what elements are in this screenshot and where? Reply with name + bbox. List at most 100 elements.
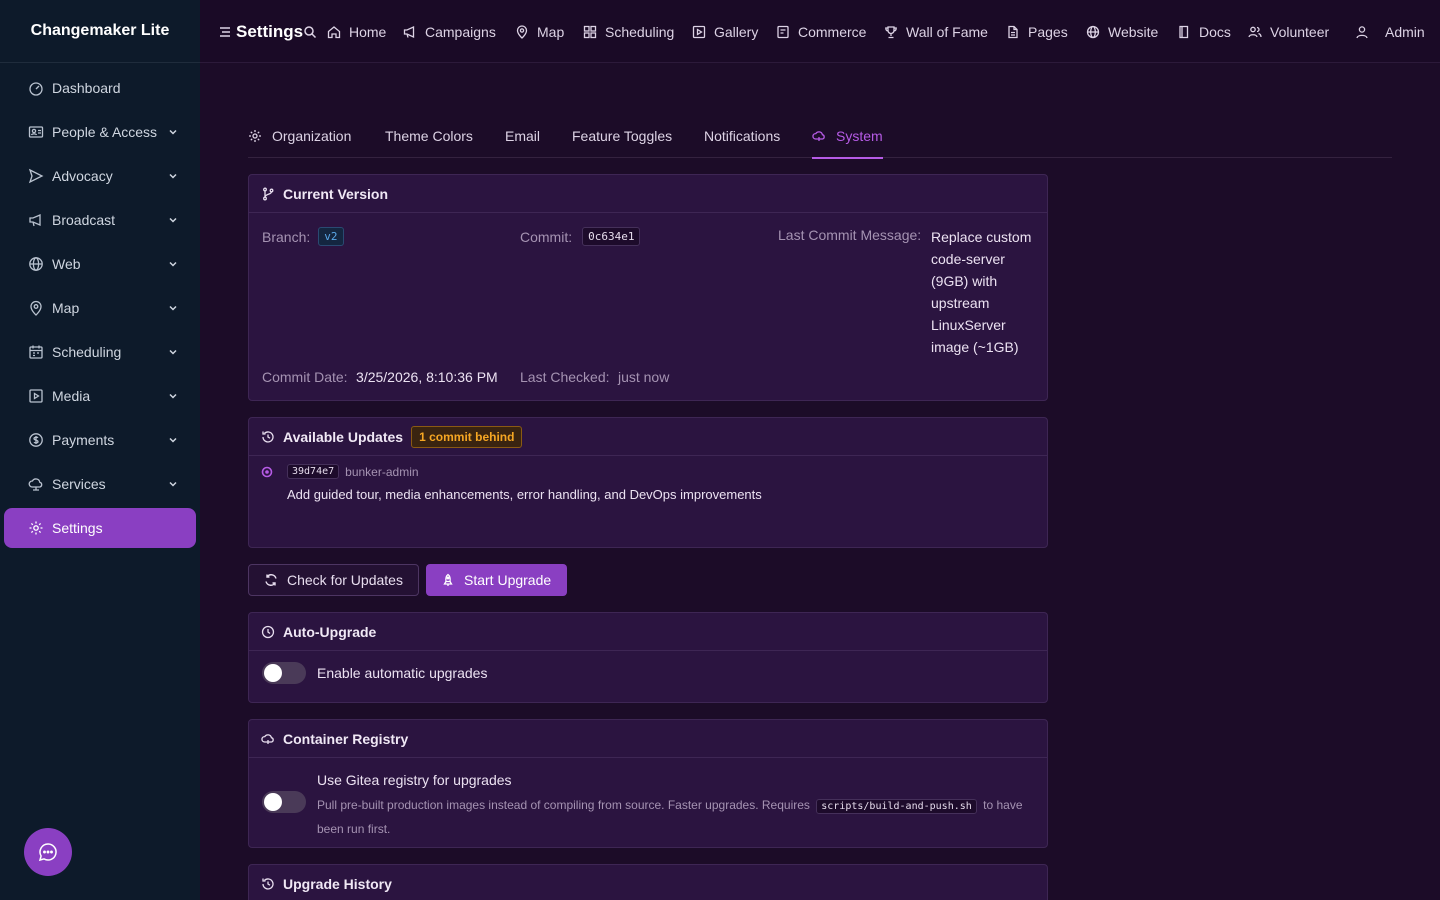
- sidebar: Changemaker Lite Dashboard People & Acce…: [0, 0, 200, 900]
- button-label: Check for Updates: [287, 572, 403, 588]
- sidebar-item-map[interactable]: Map: [4, 288, 196, 328]
- nav-link-wall-of-fame[interactable]: Wall of Fame: [884, 0, 988, 63]
- dashboard-icon: [29, 82, 43, 96]
- button-label: Start Upgrade: [464, 572, 552, 588]
- play-square-icon: [692, 25, 706, 38]
- tab-notifications[interactable]: Notifications: [704, 114, 780, 158]
- book-icon: [1179, 25, 1189, 38]
- sidebar-item-payments[interactable]: Payments: [4, 420, 196, 460]
- nav-link-docs[interactable]: Docs: [1177, 0, 1231, 63]
- settings-menu-toggle[interactable]: Settings: [218, 0, 303, 63]
- commit-message-line: image (~1GB): [931, 339, 1019, 355]
- card-title: Current Version: [283, 185, 389, 202]
- sidebar-item-advocacy[interactable]: Advocacy: [4, 156, 196, 196]
- receipt-icon: [777, 25, 789, 38]
- sidebar-item-label: Services: [52, 476, 106, 492]
- user-menu[interactable]: Admin: [1355, 0, 1425, 63]
- tab-label: Notifications: [704, 128, 781, 144]
- sidebar-item-web[interactable]: Web: [4, 244, 196, 284]
- tab-label: Email: [505, 128, 541, 144]
- auto-upgrade-card: Auto-Upgrade Enable automatic upgrades: [248, 612, 1048, 703]
- nav-link-campaigns[interactable]: Campaigns: [403, 0, 496, 63]
- sidebar-item-people-access[interactable]: People & Access: [4, 112, 196, 152]
- sidebar-item-settings[interactable]: Settings: [4, 508, 196, 548]
- commits-behind-badge: 1 commit behind: [411, 425, 523, 448]
- update-commit-author: bunker-admin: [345, 464, 419, 479]
- sidebar-item-label: Dashboard: [52, 80, 121, 96]
- grid-icon: [583, 25, 597, 38]
- nav-link-label: Pages: [1028, 23, 1068, 40]
- sidebar-item-label: Web: [52, 256, 81, 272]
- chevron-down-icon: [169, 261, 177, 267]
- card-header: Upgrade History: [249, 865, 1047, 900]
- search-button[interactable]: [303, 0, 317, 63]
- rocket-icon: [443, 573, 453, 586]
- menu-lines-icon: [220, 26, 230, 37]
- clock-icon: [261, 625, 275, 638]
- branch-field: Branch: v2: [262, 227, 344, 246]
- settings-tabs: Organization Theme Colors Email Feature …: [248, 114, 1392, 159]
- commit-message-label-text: Last Commit Message:: [778, 227, 922, 243]
- nav-link-label: Home: [349, 23, 387, 40]
- user-name: Admin: [1385, 23, 1425, 40]
- nav-link-commerce[interactable]: Commerce: [776, 0, 866, 63]
- tab-system[interactable]: System: [812, 114, 883, 159]
- chevron-down-icon: [169, 173, 177, 179]
- chevron-down-icon: [169, 217, 177, 223]
- sidebar-item-scheduling[interactable]: Scheduling: [4, 332, 196, 372]
- upgrade-history-card: Upgrade History: [248, 864, 1048, 900]
- nav-link-map[interactable]: Map: [515, 0, 564, 63]
- nav-link-pages[interactable]: Pages: [1006, 0, 1068, 63]
- sidebar-item-services[interactable]: Services: [4, 464, 196, 504]
- refresh-icon: [265, 574, 277, 586]
- nav-link-website[interactable]: Website: [1086, 0, 1158, 63]
- last-checked-field: Last Checked: just now: [520, 369, 669, 387]
- auto-upgrade-toggle-label: Enable automatic upgrades: [317, 665, 488, 681]
- nav-link-scheduling[interactable]: Scheduling: [583, 0, 674, 63]
- cloud-server-icon: [28, 478, 43, 491]
- last-checked-label: Last Checked:: [520, 369, 610, 385]
- current-version-card: Current Version Branch: v2 Commit: 0c634…: [248, 174, 1048, 401]
- commit-message: Replace custom code-server (9GB) with up…: [931, 226, 1043, 358]
- branch-label: Branch:: [262, 228, 311, 245]
- sidebar-item-label: Scheduling: [52, 344, 122, 360]
- sidebar-item-broadcast[interactable]: Broadcast: [4, 200, 196, 240]
- toggle-knob: [264, 664, 282, 682]
- start-upgrade-button[interactable]: Start Upgrade: [426, 564, 567, 596]
- nav-link-label: Commerce: [798, 23, 867, 40]
- commit-field: Commit: 0c634e1: [520, 227, 641, 246]
- gitea-registry-toggle[interactable]: [262, 791, 306, 813]
- commit-message-line: (9GB) with: [931, 273, 998, 289]
- play-square-icon: [29, 389, 43, 403]
- check-for-updates-button[interactable]: Check for Updates: [248, 564, 419, 596]
- nav-link-home[interactable]: Home: [327, 0, 386, 63]
- nav-link-label: Scheduling: [605, 23, 675, 40]
- sidebar-item-label: Media: [52, 388, 91, 404]
- nav-link-label: Campaigns: [425, 23, 496, 40]
- registry-description-text: been run first.: [317, 822, 391, 836]
- map-pin-icon: [516, 24, 528, 39]
- tab-label: Feature Toggles: [572, 128, 673, 144]
- sidebar-item-dashboard[interactable]: Dashboard: [4, 68, 196, 108]
- users-icon: [1248, 26, 1262, 37]
- gitea-registry-toggle-label: Use Gitea registry for upgrades: [317, 772, 512, 788]
- chat-button[interactable]: [24, 828, 72, 876]
- toggle-knob: [264, 793, 282, 811]
- chevron-down-icon: [169, 393, 177, 399]
- nav-link-volunteer[interactable]: Volunteer: [1248, 0, 1329, 63]
- auto-upgrade-toggle[interactable]: [262, 662, 306, 684]
- commit-message-line: code-server: [931, 251, 1005, 267]
- tab-organization[interactable]: Organization: [248, 114, 351, 158]
- nav-link-gallery[interactable]: Gallery: [692, 0, 758, 63]
- card-header: Auto-Upgrade: [249, 613, 1047, 651]
- registry-description: Pull pre-built production images instead…: [317, 794, 1037, 840]
- tab-email[interactable]: Email: [505, 114, 540, 158]
- tab-theme-colors[interactable]: Theme Colors: [385, 114, 473, 158]
- card-title: Container Registry: [283, 730, 409, 747]
- brand-title: Changemaker Lite: [0, 0, 200, 63]
- tab-feature-toggles[interactable]: Feature Toggles: [572, 114, 672, 158]
- available-updates-card: Available Updates 1 commit behind 39d74e…: [248, 417, 1048, 548]
- card-title: Auto-Upgrade: [283, 623, 377, 640]
- sidebar-item-media[interactable]: Media: [4, 376, 196, 416]
- send-icon: [28, 168, 44, 184]
